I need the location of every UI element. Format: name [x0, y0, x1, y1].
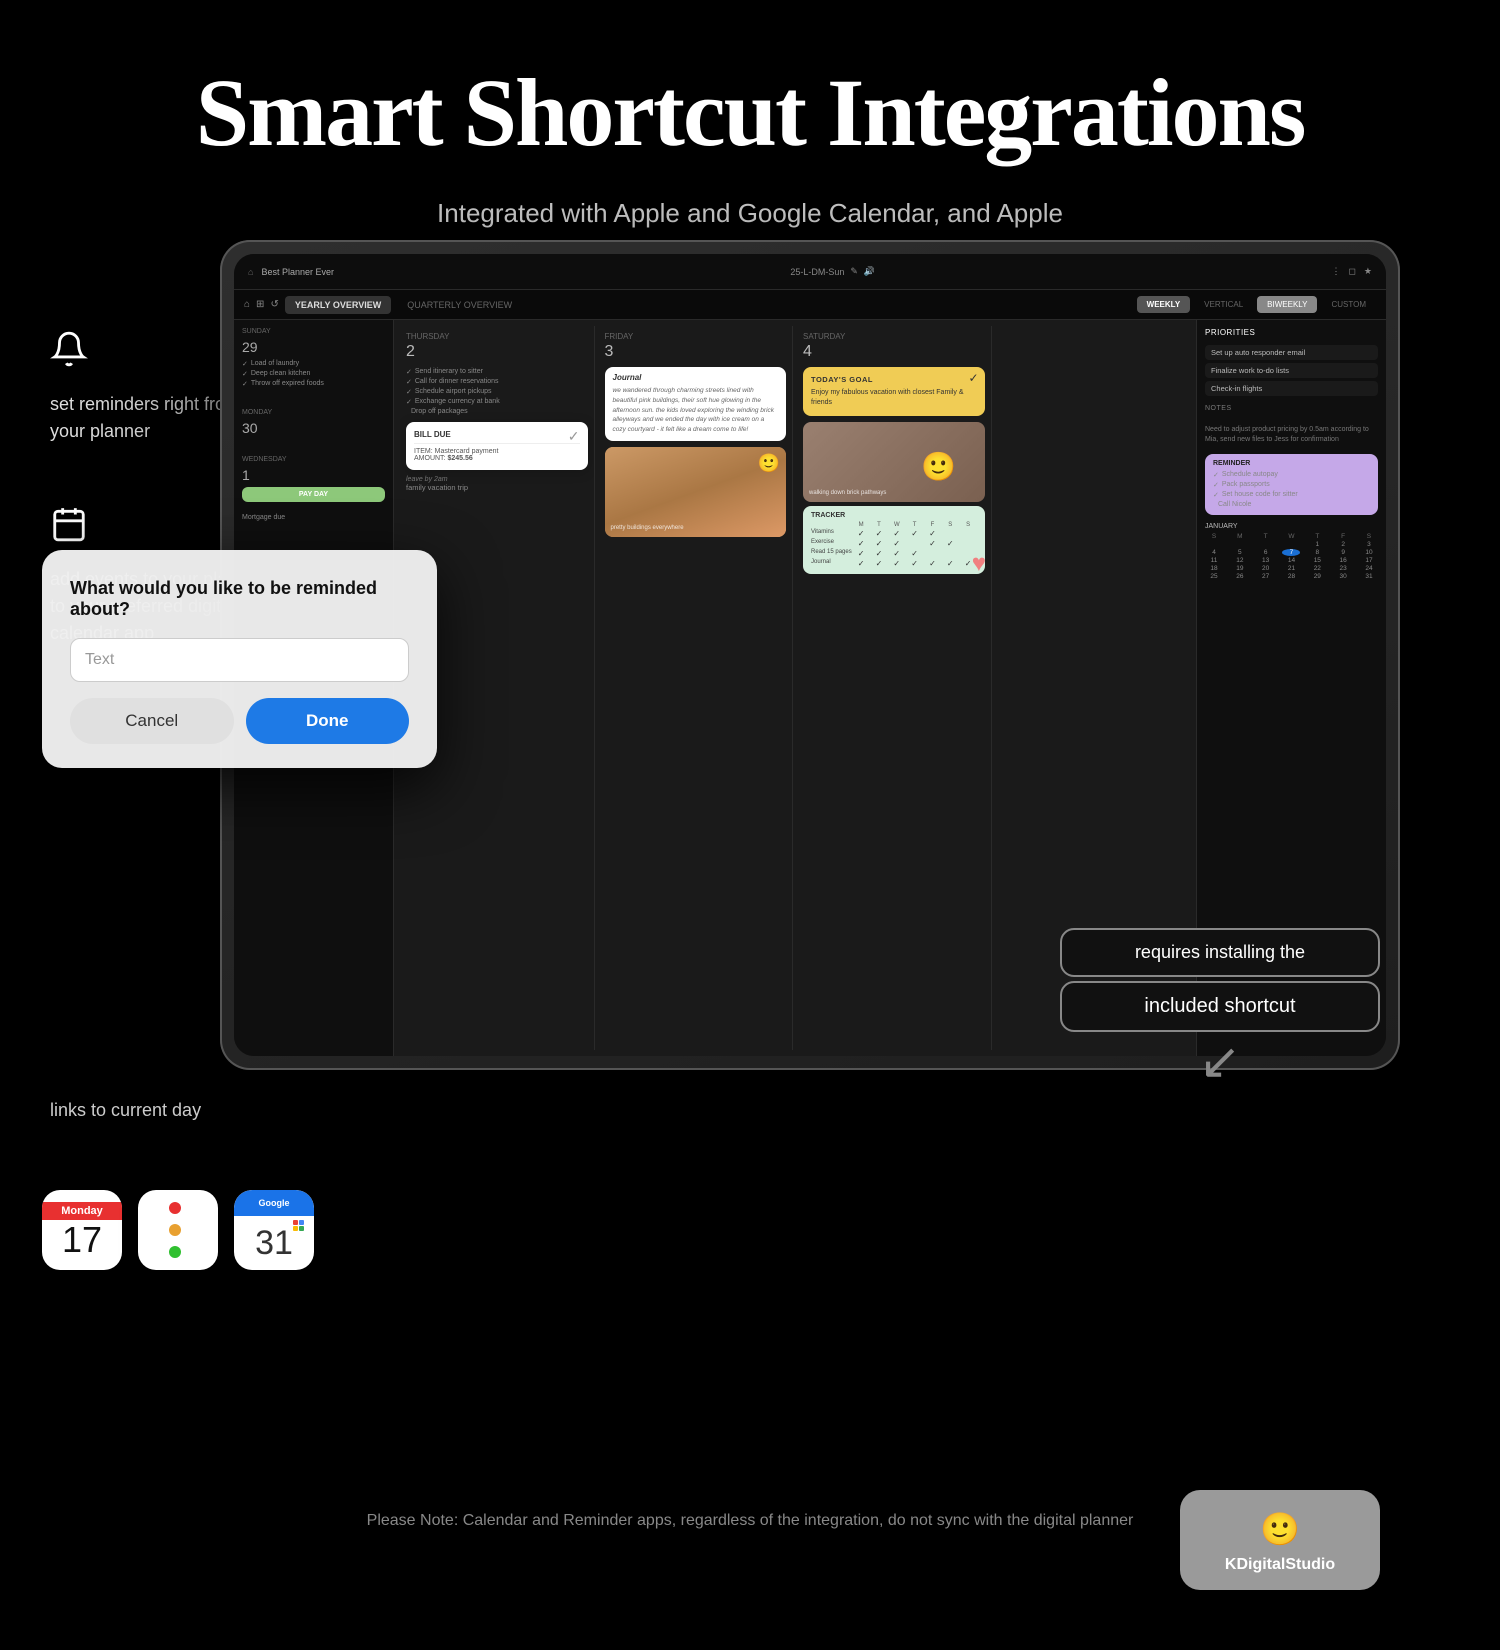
planner-title: Best Planner Ever	[261, 267, 334, 277]
sidebar-section-sunday: SUNDAY 29 ✓Load of laundry ✓Deep clean k…	[242, 328, 385, 389]
callout-line1: requires installing the	[1060, 928, 1380, 977]
notes-text: Need to adjust product pricing by 0.5am …	[1205, 425, 1378, 446]
photo-walking: walking down brick pathways	[803, 422, 985, 502]
tracker-card: TRACKER M T W T F S S	[803, 506, 985, 574]
calendar-day-label: Monday	[42, 1202, 122, 1220]
sidebar-task-1: ✓Load of laundry	[242, 359, 385, 369]
view-custom[interactable]: CUSTOM	[1321, 296, 1376, 313]
priority-3: Check-in flights	[1205, 381, 1378, 396]
bill-amount: $245.56	[447, 455, 472, 462]
sidebar-task-2: ✓Deep clean kitchen	[242, 369, 385, 379]
nav-icon-home: ⌂	[244, 299, 250, 310]
smiley-sticker: 🙂	[921, 450, 956, 483]
reminder-input[interactable]	[70, 638, 409, 682]
heart-sticker: ♥	[972, 550, 986, 578]
screen-navtabs: ⌂ ⊞ ↺ YEARLY OVERVIEW QUARTERLY OVERVIEW…	[234, 290, 1386, 320]
nav-icon-refresh: ↺	[270, 299, 278, 310]
callout-area: requires installing the included shortcu…	[1060, 928, 1380, 1090]
gcal-num: 31	[255, 1224, 293, 1263]
google-calendar-icon[interactable]: Google 31	[234, 1190, 314, 1270]
callout-arrow-icon: ↙	[1060, 1032, 1380, 1090]
priority-2: Finalize work to-do lists	[1205, 363, 1378, 378]
links-to-current-day: links to current day	[50, 1100, 201, 1121]
bill-card: BILL DUE ITEM: Mastercard payment AMOUNT…	[406, 422, 588, 470]
todays-goal-text: Enjoy my fabulous vacation with closest …	[811, 388, 977, 408]
reminders-app-icon[interactable]	[138, 1190, 218, 1270]
apple-calendar-icon[interactable]: Monday 17	[42, 1190, 122, 1270]
todays-goal-card: ✓ TODAY'S GOAL Enjoy my fabulous vacatio…	[803, 367, 985, 416]
dialog-title: What would you like to be reminded about…	[70, 578, 409, 620]
view-vertical[interactable]: VERTICAL	[1194, 296, 1253, 313]
view-weekly[interactable]: WEEKLY	[1137, 296, 1191, 313]
journal-card: Journal we wandered through charming str…	[605, 367, 787, 441]
sidebar-task-3: ✓Throw off expired foods	[242, 379, 385, 389]
done-button[interactable]: Done	[246, 698, 410, 744]
navtab-quarterly[interactable]: QUARTERLY OVERVIEW	[397, 296, 522, 314]
reminder-dialog: What would you like to be reminded about…	[42, 550, 437, 768]
mini-calendar: JANUARY S M T W T F S	[1205, 523, 1378, 580]
cancel-button[interactable]: Cancel	[70, 698, 234, 744]
topbar-date: 25-L-DM-Sun	[790, 267, 844, 277]
journal-text: we wandered through charming streets lin…	[613, 386, 779, 435]
bill-item: Mastercard payment	[435, 448, 499, 455]
studio-name: KDigitalStudio	[1196, 1556, 1364, 1574]
navtab-yearly[interactable]: YEARLY OVERVIEW	[285, 296, 391, 314]
studio-smiley-icon: 🙂	[1196, 1510, 1364, 1548]
studio-badge: 🙂 KDigitalStudio	[1180, 1490, 1380, 1590]
app-icons-row: Monday 17 Google 31	[42, 1190, 314, 1270]
view-biweekly[interactable]: BIWEEKLY	[1257, 296, 1317, 313]
photo-buildings: pretty buildings everywhere 🙂	[605, 447, 787, 537]
page-title: Smart Shortcut Integrations	[100, 60, 1400, 166]
callout-line2: included shortcut	[1060, 981, 1380, 1032]
calendar-day-number: 17	[62, 1222, 102, 1258]
priority-1: Set up auto responder email	[1205, 345, 1378, 360]
day-friday: FRIDAY 3 Journal we wandered through cha…	[599, 326, 794, 1050]
nav-icon-grid: ⊞	[256, 299, 264, 310]
reminder-card: REMINDER ✓Schedule autopay ✓Pack passpor…	[1205, 454, 1378, 515]
screen-topbar: ⌂ Best Planner Ever 25-L-DM-Sun ✎🔊 ⋮◻★	[234, 254, 1386, 290]
day-saturday: SATURDAY 4 ✓ TODAY'S GOAL Enjoy my fabul…	[797, 326, 992, 1050]
